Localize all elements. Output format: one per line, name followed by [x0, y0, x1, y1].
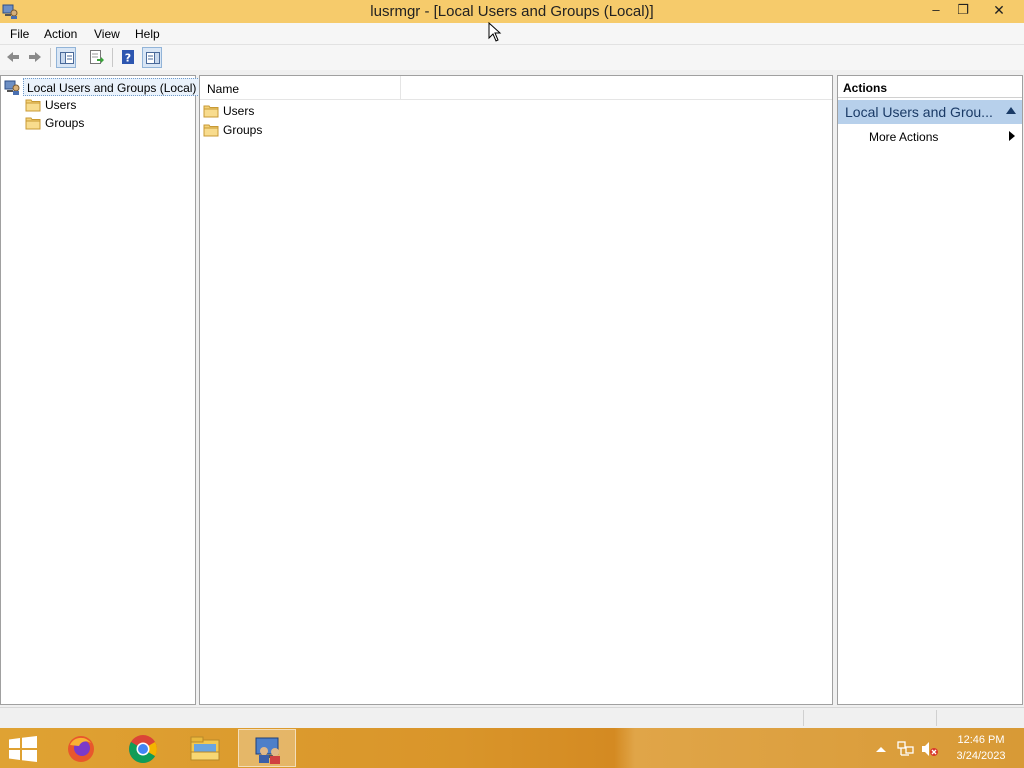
- menu-action[interactable]: Action: [44, 27, 77, 41]
- file-explorer-icon: [190, 736, 220, 761]
- show-hide-action-pane-icon: [146, 52, 160, 64]
- tree-item-label-selected: Local Users and Groups (Local): [23, 78, 201, 96]
- close-button[interactable]: ✕: [976, 0, 1022, 21]
- computer-management-icon: [255, 737, 280, 764]
- mouse-cursor-icon: [488, 22, 502, 42]
- status-bar: [0, 707, 1024, 728]
- clock-time: 12:46 PM: [957, 734, 1005, 746]
- title-bar: lusrmgr - [Local Users and Groups (Local…: [0, 0, 1024, 23]
- system-clock[interactable]: 12:46 PM 3/24/2023: [942, 732, 1020, 764]
- list-item-users[interactable]: Users: [203, 102, 403, 120]
- firefox-icon: [68, 736, 94, 762]
- list-header: Name: [200, 76, 832, 100]
- help-icon: ?: [122, 50, 134, 65]
- folder-icon: [25, 99, 41, 112]
- network-icon[interactable]: [897, 741, 915, 757]
- window-title: lusrmgr - [Local Users and Groups (Local…: [370, 3, 654, 20]
- export-list-button[interactable]: [87, 47, 107, 68]
- tree-item-users[interactable]: Users: [25, 96, 145, 114]
- actions-pane: Actions Local Users and Grou... More Act…: [837, 75, 1023, 705]
- list-item-label: Users: [223, 104, 255, 118]
- actions-section-local-users-and-groups[interactable]: Local Users and Grou...: [838, 100, 1022, 124]
- list-item-label: Groups: [223, 123, 263, 137]
- taskbar-firefox[interactable]: [52, 729, 110, 767]
- actions-section-title: Local Users and Grou...: [845, 104, 993, 120]
- menu-help[interactable]: Help: [135, 27, 160, 41]
- folder-icon: [25, 117, 41, 130]
- back-icon: [7, 52, 19, 62]
- tree-item-label: Groups: [45, 116, 85, 130]
- folder-icon: [203, 105, 219, 118]
- collapse-up-icon[interactable]: [1006, 107, 1016, 114]
- folder-icon: [203, 124, 219, 137]
- toolbar-separator: [50, 48, 51, 67]
- tree-item-local-users-and-groups[interactable]: Local Users and Groups (Local): [4, 78, 201, 96]
- taskbar-file-explorer[interactable]: [176, 729, 234, 767]
- tree-item-label: Users: [45, 98, 77, 112]
- taskbar-chrome[interactable]: [114, 729, 172, 767]
- help-button[interactable]: ?: [118, 47, 138, 68]
- export-list-icon: [90, 50, 104, 64]
- svg-text:?: ?: [125, 52, 131, 65]
- taskbar: 12:46 PM 3/24/2023: [0, 728, 1024, 768]
- menu-view[interactable]: View: [94, 27, 120, 41]
- minimize-button[interactable]: –: [922, 0, 950, 21]
- toolbar-separator: [112, 48, 113, 67]
- show-hidden-icons-icon[interactable]: [876, 744, 886, 754]
- column-header-name[interactable]: Name: [200, 76, 401, 100]
- toolbar: ?: [0, 45, 1024, 70]
- status-divider: [936, 710, 937, 726]
- start-icon: [9, 736, 37, 762]
- console-tree-pane[interactable]: Local Users and Groups (Local) Users Gro…: [0, 75, 201, 705]
- volume-muted-icon[interactable]: [921, 741, 939, 757]
- back-button[interactable]: [3, 47, 23, 68]
- menu-bar: File Action View Help: [0, 23, 1024, 45]
- actions-header: Actions: [838, 76, 1022, 98]
- computer-management-icon: [4, 80, 20, 95]
- show-hide-action-pane-button[interactable]: [142, 47, 162, 68]
- chrome-icon: [129, 735, 157, 763]
- action-label: More Actions: [869, 130, 939, 144]
- clock-date: 3/24/2023: [956, 750, 1006, 762]
- maximize-button[interactable]: ❐: [949, 0, 977, 21]
- taskbar-computer-management[interactable]: [238, 729, 296, 767]
- start-button[interactable]: [8, 736, 38, 762]
- menu-file[interactable]: File: [10, 27, 29, 41]
- forward-button[interactable]: [25, 47, 45, 68]
- show-hide-console-tree-icon: [60, 52, 74, 64]
- list-item-groups[interactable]: Groups: [203, 121, 403, 139]
- show-hide-console-tree-button[interactable]: [56, 47, 76, 68]
- results-list-pane[interactable]: Name Users Groups: [199, 75, 833, 705]
- submenu-arrow-icon: [1009, 131, 1015, 141]
- tree-item-groups[interactable]: Groups: [25, 114, 145, 132]
- forward-icon: [29, 52, 41, 62]
- action-more-actions[interactable]: More Actions: [838, 126, 1022, 146]
- status-divider: [803, 710, 804, 726]
